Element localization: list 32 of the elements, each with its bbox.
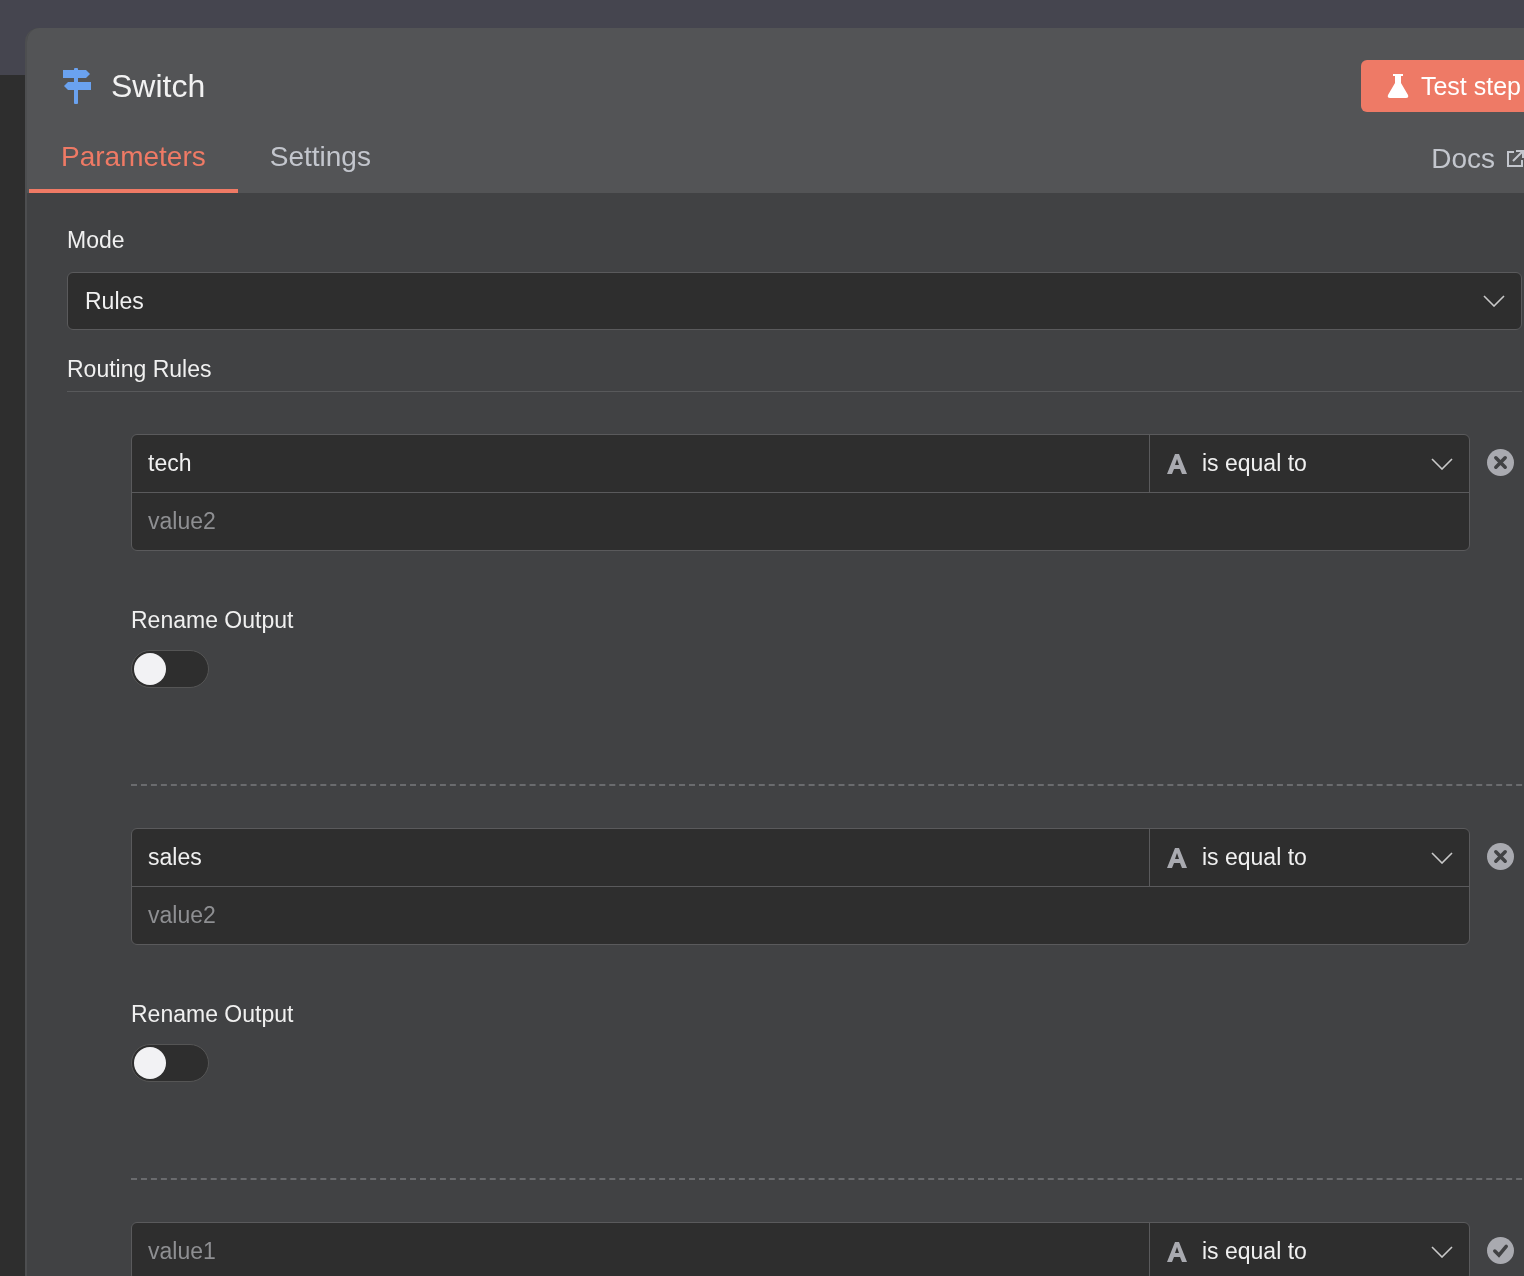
remove-icon[interactable] bbox=[1487, 843, 1514, 870]
input-field[interactable]: value2 bbox=[132, 492, 1469, 550]
input-field[interactable]: value2 bbox=[132, 886, 1469, 944]
tab[interactable]: Parameters bbox=[29, 141, 238, 193]
operator-select[interactable]: is equal to bbox=[1149, 1223, 1469, 1276]
field-label: Rename Output bbox=[131, 607, 295, 634]
remove-icon[interactable] bbox=[1487, 449, 1514, 476]
chevron-down-icon bbox=[1431, 1245, 1453, 1258]
chevron-down-icon bbox=[1431, 851, 1453, 864]
field-label: Mode bbox=[67, 227, 126, 254]
operator-select[interactable]: is equal to bbox=[1149, 829, 1469, 886]
input-field[interactable]: tech bbox=[132, 435, 1149, 492]
section-heading: Routing Rules bbox=[67, 356, 1522, 392]
rename-output-toggle[interactable] bbox=[131, 1044, 209, 1082]
docs-link[interactable]: Docs bbox=[1431, 143, 1524, 193]
string-type-icon bbox=[1166, 1240, 1188, 1263]
external-link-icon bbox=[1505, 149, 1524, 169]
input-field[interactable]: value1 bbox=[132, 1223, 1149, 1276]
rename-output-toggle[interactable] bbox=[131, 650, 209, 688]
operator-select[interactable]: is equal to bbox=[1149, 435, 1469, 492]
mode-select[interactable]: Rules bbox=[67, 272, 1522, 330]
node-title: Switch bbox=[111, 67, 207, 105]
chevron-down-icon bbox=[1483, 295, 1505, 307]
string-type-icon bbox=[1166, 452, 1188, 475]
check-circle-icon[interactable] bbox=[1487, 1237, 1514, 1264]
chevron-down-icon bbox=[1431, 457, 1453, 470]
string-type-icon bbox=[1166, 846, 1188, 869]
test-step-button[interactable]: Test step bbox=[1360, 60, 1524, 112]
input-field[interactable]: sales bbox=[132, 829, 1149, 886]
field-label: Rename Output bbox=[131, 1001, 295, 1028]
flask-icon bbox=[1386, 73, 1409, 99]
tab[interactable]: Settings bbox=[237, 141, 403, 193]
